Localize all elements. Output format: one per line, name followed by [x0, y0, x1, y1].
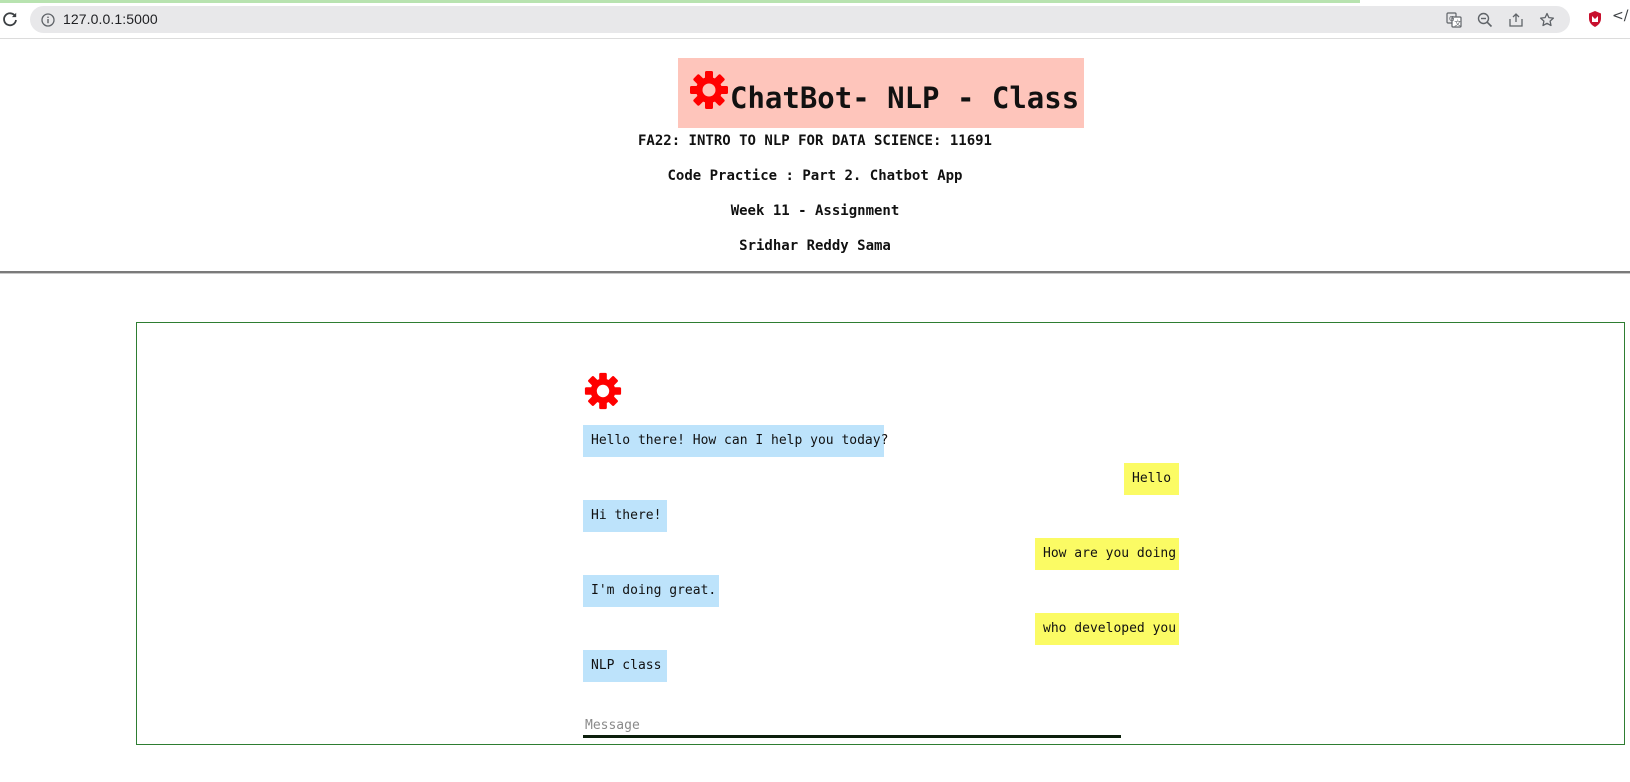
translate-icon[interactable]: G 文: [1443, 9, 1465, 31]
zoom-out-icon[interactable]: [1474, 9, 1496, 31]
star-icon[interactable]: [1536, 9, 1558, 31]
site-info-icon[interactable]: [40, 12, 55, 27]
bot-message: Hi there!: [583, 500, 667, 532]
week-label: Week 11 - Assignment: [730, 203, 900, 219]
header-divider: [0, 271, 1630, 274]
page-load-progress: [0, 0, 1360, 3]
share-icon[interactable]: [1505, 9, 1527, 31]
practice-label: Code Practice : Part 2. Chatbot App: [667, 168, 963, 184]
author-name: Sridhar Reddy Sama: [739, 238, 891, 254]
shield-extension-icon[interactable]: [1585, 9, 1605, 29]
user-message: How are you doing: [1035, 538, 1179, 570]
chat-panel: Hello there! How can I help you today? H…: [136, 322, 1625, 745]
bot-gear-icon: [584, 372, 622, 410]
address-bar[interactable]: 127.0.0.1:5000 G 文: [30, 6, 1570, 33]
bot-message: Hello there! How can I help you today?: [583, 425, 888, 457]
code-icon[interactable]: </: [1612, 8, 1630, 30]
url-text[interactable]: 127.0.0.1:5000: [63, 11, 158, 27]
title-banner: ChatBot- NLP - Class: [678, 58, 1084, 128]
page-title: ChatBot- NLP - Class: [730, 81, 1080, 115]
svg-text:文: 文: [1454, 18, 1461, 27]
browser-toolbar: 127.0.0.1:5000 G 文 </: [0, 0, 1630, 39]
reload-icon[interactable]: [0, 8, 20, 30]
user-message: who developed you: [1035, 613, 1179, 645]
bot-message: NLP class: [583, 650, 667, 682]
bot-message: I'm doing great.: [583, 575, 719, 607]
message-input[interactable]: [583, 716, 1121, 738]
course-name: FA22: INTRO TO NLP FOR DATA SCIENCE: 116…: [637, 133, 992, 149]
user-message: Hello: [1124, 463, 1179, 495]
gear-icon: [690, 71, 728, 109]
